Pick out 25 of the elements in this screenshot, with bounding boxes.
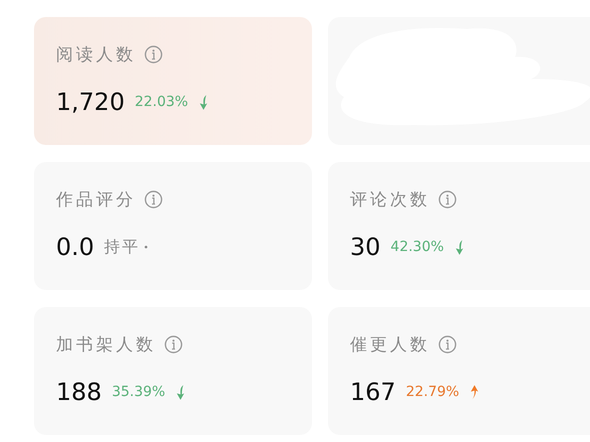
stat-label: 催更人数 xyxy=(350,334,430,356)
stat-value: 30 xyxy=(350,233,381,261)
change-percent: 持平 xyxy=(104,236,140,258)
down-arrow-icon xyxy=(175,384,186,400)
info-icon[interactable] xyxy=(438,190,457,209)
info-icon[interactable] xyxy=(438,335,457,354)
info-icon[interactable] xyxy=(144,190,163,209)
stat-value: 167 xyxy=(350,378,396,406)
down-arrow-icon xyxy=(454,238,465,256)
info-icon[interactable] xyxy=(144,45,163,64)
stat-value: 0.0 xyxy=(56,233,94,261)
dot-icon xyxy=(144,245,148,249)
info-icon[interactable] xyxy=(164,335,183,354)
change-percent: 22.79% xyxy=(406,384,460,400)
change-percent: 35.39% xyxy=(112,384,166,400)
stat-value: 188 xyxy=(56,378,102,406)
stat-label: 加书架人数 xyxy=(56,334,156,356)
up-arrow-icon xyxy=(469,384,480,400)
stat-label: 作品评分 xyxy=(56,189,136,211)
stat-label: 评论次数 xyxy=(350,189,430,211)
stat-value: 1,720 xyxy=(56,88,125,116)
change-percent: 42.30% xyxy=(390,239,444,255)
down-arrow-icon xyxy=(198,94,210,110)
change-percent: 22.03% xyxy=(134,94,188,110)
stat-label: 阅读人数 xyxy=(56,44,136,66)
